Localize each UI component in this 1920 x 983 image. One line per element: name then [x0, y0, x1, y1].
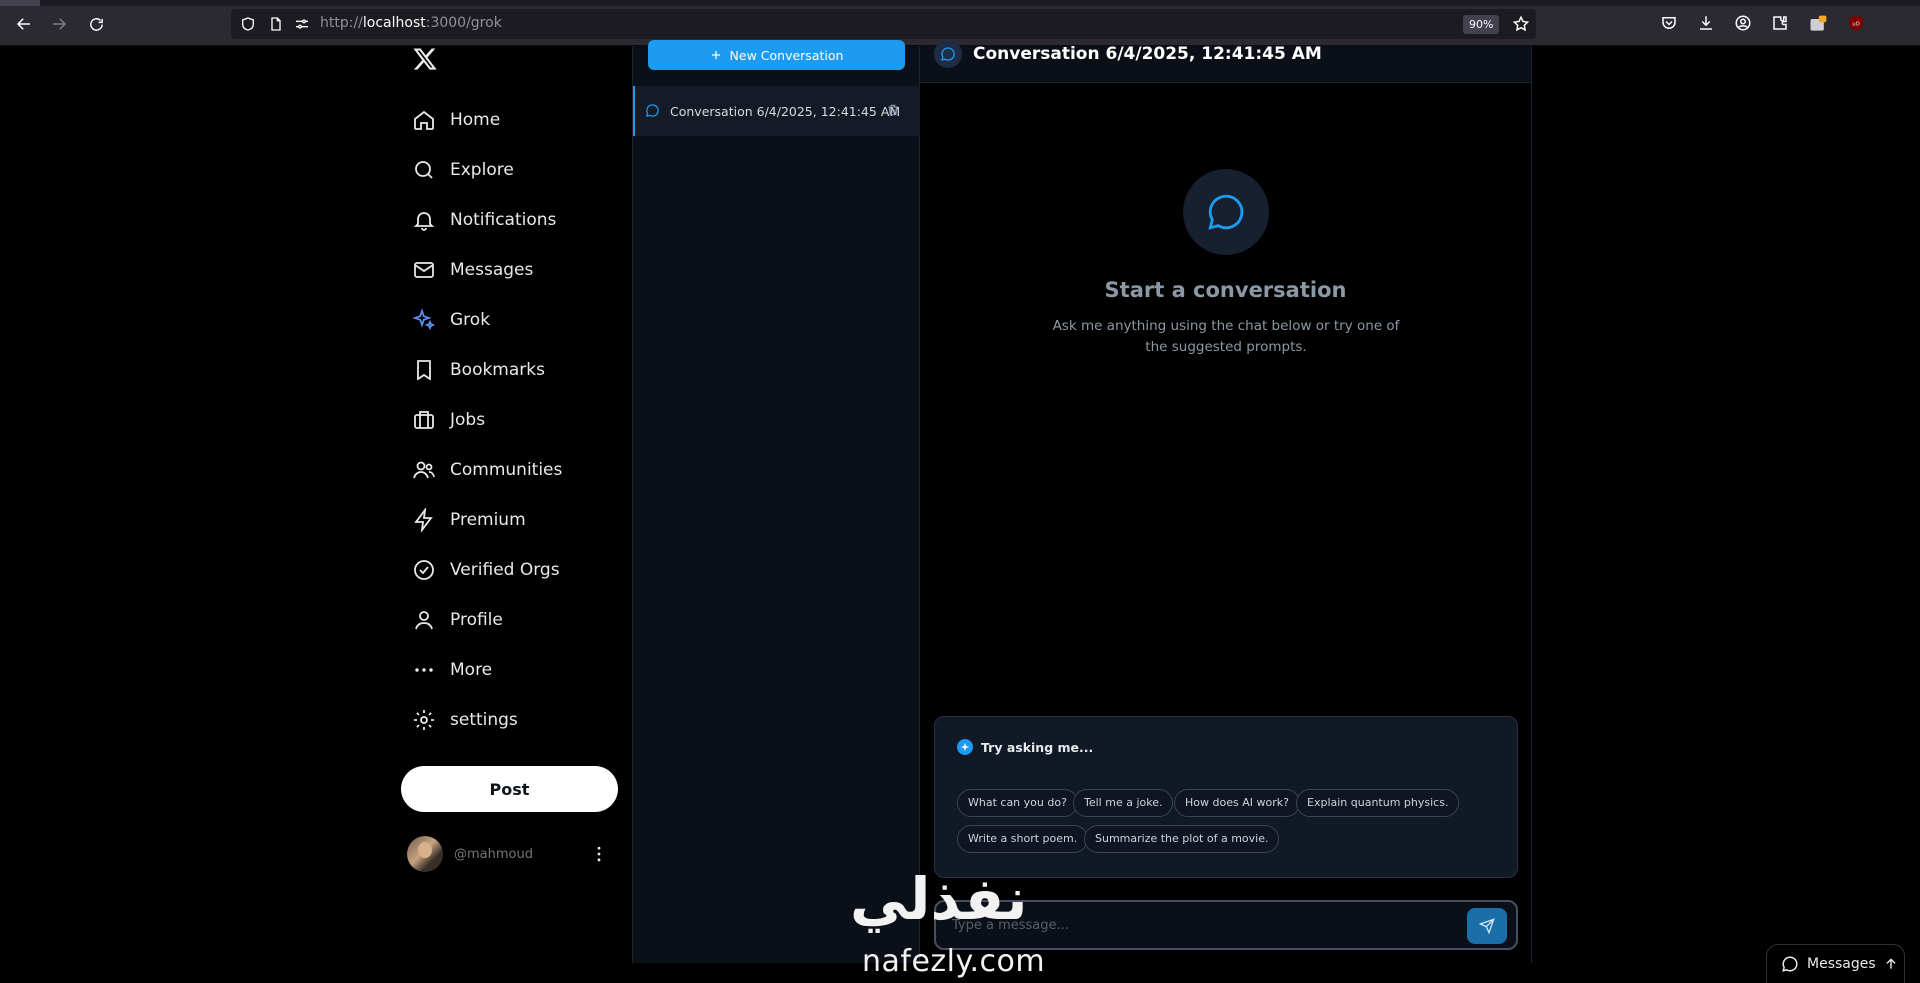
chat-bubble-icon [1183, 169, 1269, 255]
reload-icon[interactable] [86, 14, 106, 34]
back-icon[interactable] [14, 14, 34, 34]
nav-label: Explore [450, 160, 514, 180]
gear-icon [412, 708, 436, 732]
tab-strip [0, 0, 1920, 6]
sparkle-icon [412, 308, 436, 332]
nav-communities[interactable]: Communities [412, 448, 562, 492]
plus-icon [710, 49, 722, 61]
chat-bubble-icon [934, 40, 962, 68]
conversation-list-item[interactable]: Conversation 6/4/2025, 12:41:45 AM [633, 86, 920, 136]
new-conversation-button[interactable]: New Conversation [648, 40, 905, 70]
extensions-icon[interactable] [1771, 14, 1791, 34]
send-button[interactable] [1467, 908, 1507, 944]
url-text[interactable]: http://localhost:3000/grok [320, 15, 502, 31]
more-dots-icon [412, 658, 436, 682]
nav-label: Home [450, 110, 501, 130]
suggestion-chip[interactable]: Summarize the plot of a movie. [1084, 825, 1280, 853]
lightning-icon [412, 508, 436, 532]
permissions-icon[interactable] [294, 16, 310, 32]
empty-state-subtitle: Ask me anything using the chat below or … [1052, 318, 1400, 355]
bell-icon [412, 208, 436, 232]
extension-badge-icon[interactable] [1808, 14, 1828, 34]
nav-premium[interactable]: Premium [412, 498, 526, 542]
suggested-prompts: Try asking me... What can you do? Tell m… [934, 716, 1518, 878]
suggest-heading: Try asking me... [957, 739, 1093, 755]
home-icon [412, 108, 436, 132]
zoom-badge[interactable]: 90% [1463, 15, 1500, 34]
suggestion-chip[interactable]: Write a short poem. [957, 825, 1089, 853]
nav-verified-orgs[interactable]: Verified Orgs [412, 548, 560, 592]
kebab-menu-icon[interactable] [589, 844, 609, 864]
address-bar[interactable]: http://localhost:3000/grok 90% [231, 9, 1536, 39]
suggestion-chip[interactable]: How does AI work? [1174, 789, 1300, 817]
suggestion-chip[interactable]: What can you do? [957, 789, 1078, 817]
nav-messages[interactable]: Messages [412, 248, 533, 292]
watermark-latin: nafezly.com [862, 944, 1046, 979]
nav-home[interactable]: Home [412, 98, 500, 142]
nav-notifications[interactable]: Notifications [412, 198, 556, 242]
nav-label: Jobs [450, 410, 486, 430]
bookmark-star-icon[interactable] [1512, 15, 1530, 33]
suggest-heading-text: Try asking me... [981, 739, 1094, 755]
chat-bubble-icon [645, 103, 661, 119]
nav-label: Profile [450, 610, 503, 630]
messages-drawer[interactable]: Messages [1766, 944, 1905, 983]
pocket-icon[interactable] [1660, 14, 1680, 34]
mail-icon [412, 258, 436, 282]
nav-label: Bookmarks [450, 360, 545, 380]
nav-label: More [450, 660, 493, 680]
bookmark-icon [412, 358, 436, 382]
arrow-up-icon[interactable] [1884, 957, 1898, 971]
page-icon[interactable] [268, 16, 284, 32]
trash-icon[interactable] [886, 103, 902, 119]
avatar[interactable] [407, 836, 443, 872]
sparkle-icon [957, 739, 973, 755]
nav-label: settings [450, 710, 518, 730]
tab-indicator[interactable] [0, 0, 40, 6]
nav-jobs[interactable]: Jobs [412, 398, 485, 442]
nav-bookmarks[interactable]: Bookmarks [412, 348, 545, 392]
conversation-title: Conversation 6/4/2025, 12:41:45 AM [670, 103, 901, 119]
post-button[interactable]: Post [401, 766, 618, 812]
nav-grok[interactable]: Grok [412, 298, 490, 342]
conversation-list-panel: New Conversation Conversation 6/4/2025, … [632, 40, 920, 963]
user-icon [412, 608, 436, 632]
check-circle-icon [412, 558, 436, 582]
nav-label: Premium [450, 510, 526, 530]
forward-icon[interactable] [49, 14, 69, 34]
chat-title: Conversation 6/4/2025, 12:41:45 AM [973, 44, 1322, 64]
chat-bubble-icon [1781, 955, 1799, 973]
watermark-arabic: نفذلي [850, 865, 1028, 933]
user-handle: @mahmoud [454, 846, 533, 862]
search-icon [412, 158, 436, 182]
browser-toolbar: http://localhost:3000/grok 90% uO [0, 0, 1920, 46]
account-icon[interactable] [1734, 14, 1754, 34]
briefcase-icon [412, 408, 436, 432]
new-conversation-label: New Conversation [729, 47, 844, 63]
empty-state-title: Start a conversation [1104, 278, 1347, 302]
nav-more[interactable]: More [412, 648, 492, 692]
ublock-icon[interactable]: uO [1847, 14, 1867, 34]
shield-icon[interactable] [240, 16, 256, 32]
download-icon[interactable] [1697, 14, 1717, 34]
chat-header: Conversation 6/4/2025, 12:41:45 AM [920, 40, 1531, 83]
svg-text:uO: uO [1852, 21, 1859, 27]
chat-main: Conversation 6/4/2025, 12:41:45 AM Start… [920, 40, 1532, 963]
account-switcher[interactable]: @mahmoud [407, 834, 617, 874]
suggestion-chip[interactable]: Tell me a joke. [1073, 789, 1174, 817]
x-logo-icon[interactable] [412, 46, 440, 74]
people-icon [412, 458, 436, 482]
nav-label: Verified Orgs [450, 560, 560, 580]
left-sidebar: Home Explore Notifications Messages Grok… [400, 46, 632, 983]
suggestion-chip[interactable]: Explain quantum physics. [1296, 789, 1460, 817]
nav-explore[interactable]: Explore [412, 148, 514, 192]
nav-label: Communities [450, 460, 563, 480]
nav-label: Grok [450, 310, 491, 330]
nav-profile[interactable]: Profile [412, 598, 503, 642]
send-icon [1479, 918, 1495, 934]
messages-drawer-label: Messages [1807, 956, 1876, 972]
nav-settings[interactable]: settings [412, 698, 518, 742]
nav-label: Notifications [450, 210, 557, 230]
nav-label: Messages [450, 260, 534, 280]
